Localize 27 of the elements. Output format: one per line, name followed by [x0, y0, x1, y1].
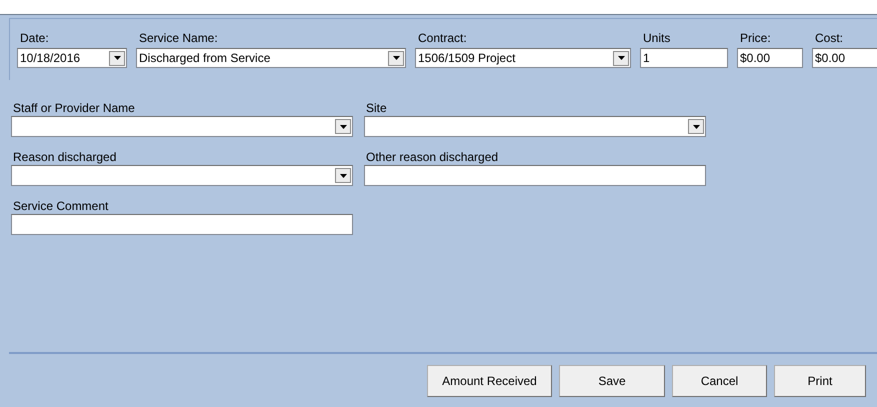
dialog-button[interactable]: Print: [774, 365, 866, 397]
field-value: $0.00: [740, 51, 770, 65]
field-label: Price:: [739, 31, 772, 45]
field-value: $0.00: [815, 51, 846, 65]
dialog-button[interactable]: Save: [559, 365, 665, 397]
dialog-button[interactable]: Cancel: [672, 365, 767, 397]
input-field[interactable]: 1: [640, 48, 728, 68]
field-label: Contract:: [417, 31, 468, 45]
field-label: Service Comment: [12, 199, 110, 213]
dropdown-field[interactable]: Discharged from Service: [136, 48, 406, 68]
field-value: 1: [643, 51, 650, 65]
dialog-button[interactable]: Amount Received: [427, 365, 552, 397]
field-label: Staff or Provider Name: [12, 101, 136, 115]
field-label: Other reason discharged: [365, 150, 500, 164]
field-label: Service Name:: [138, 31, 219, 45]
field-label: Date:: [19, 31, 50, 45]
field-label: Cost:: [814, 31, 844, 45]
dropdown-field[interactable]: 1506/1509 Project: [415, 48, 631, 68]
field-value: 10/18/2016: [20, 51, 80, 65]
field-label: Units: [642, 31, 672, 45]
field-value: Discharged from Service: [139, 51, 270, 65]
field-label: Reason discharged: [12, 150, 118, 164]
input-field[interactable]: $0.00: [812, 48, 877, 68]
date-field[interactable]: 10/18/2016: [17, 48, 127, 68]
field-label: Site: [365, 101, 388, 115]
field-value: 1506/1509 Project: [418, 51, 516, 65]
input-field[interactable]: $0.00: [737, 48, 803, 68]
